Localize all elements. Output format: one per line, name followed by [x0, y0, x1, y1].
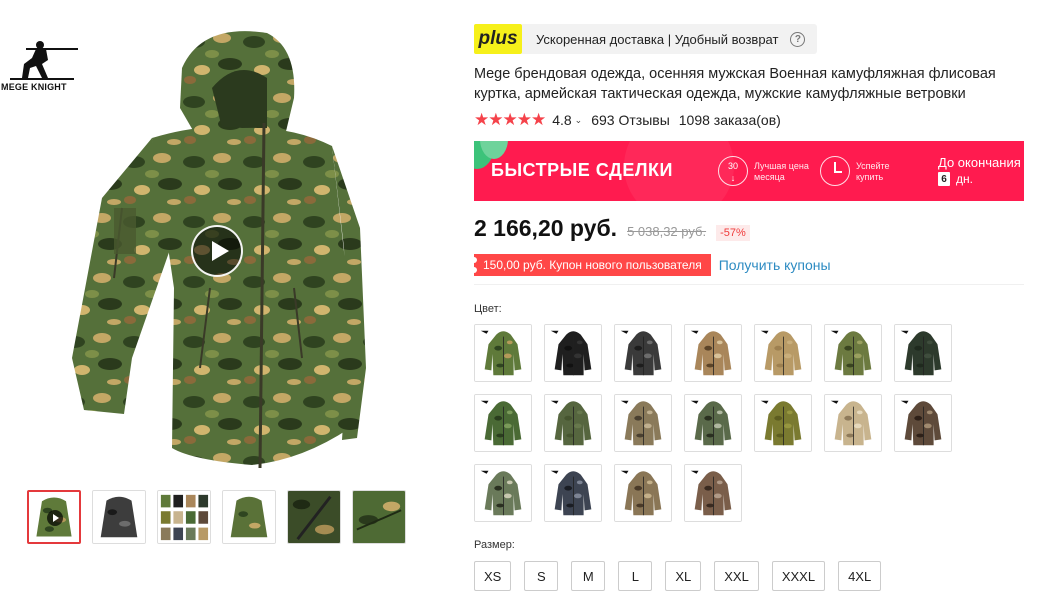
- all-colors-thumb-image: [158, 491, 210, 543]
- deals-ends-label: До окончания: [938, 155, 1021, 170]
- size-option-xs[interactable]: XS: [474, 561, 512, 591]
- swatch-khaki[interactable]: [754, 324, 812, 382]
- thumbnail-6[interactable]: [352, 490, 406, 544]
- size-option-s[interactable]: S: [524, 561, 559, 591]
- chevron-down-icon[interactable]: ⌄: [575, 115, 583, 126]
- thumbnail-2[interactable]: [92, 490, 146, 544]
- deals-days-unit: дн.: [956, 172, 973, 186]
- deals-countdown: 6 дн.: [938, 172, 973, 186]
- jacket-swatch-image: [685, 325, 741, 381]
- product-info-panel: plus Ускоренная доставка | Удобный возвр…: [471, 24, 1034, 591]
- original-price: 5 038,32 руб.: [627, 224, 707, 239]
- divider: [474, 284, 1024, 285]
- thumbnail-3[interactable]: [157, 490, 211, 544]
- swatch-brown-digital[interactable]: [684, 464, 742, 522]
- size-option-m[interactable]: M: [571, 561, 606, 591]
- thumbnail-4[interactable]: [222, 490, 276, 544]
- swatch-green-camo[interactable]: [474, 394, 532, 452]
- jacket-swatch-image: [685, 465, 741, 521]
- fabric-detail-thumb-image: [353, 491, 405, 543]
- green-camo-thumb-image: [223, 491, 275, 543]
- brand-name: MEGE KNIGHT: [1, 82, 67, 92]
- deals-best-price-label: Лучшая цена месяца: [754, 161, 809, 182]
- jacket-swatch-image: [545, 325, 601, 381]
- swatch-army-green[interactable]: [544, 394, 602, 452]
- swatch-brown-camo[interactable]: [894, 394, 952, 452]
- deals-day-number: 30: [727, 161, 738, 171]
- swatch-digital-green[interactable]: [684, 394, 742, 452]
- new-user-coupon[interactable]: 150,00 руб. Купон нового пользователя: [471, 254, 711, 276]
- thumbnail-5[interactable]: [287, 490, 341, 544]
- help-icon[interactable]: ?: [790, 31, 806, 47]
- size-label: Размер:: [474, 539, 515, 551]
- jacket-swatch-image: [615, 465, 671, 521]
- coupon-row: 150,00 руб. Купон нового пользователя По…: [471, 254, 1034, 276]
- size-option-xxl[interactable]: XXL: [714, 561, 759, 591]
- jacket-swatch-image: [825, 395, 881, 451]
- color-label: Цвет:: [474, 303, 502, 315]
- video-thumb-play-icon: [47, 510, 63, 526]
- size-options: XS S M L XL XXL XXXL 4XL: [474, 561, 1034, 591]
- jacket-swatch-image: [545, 395, 601, 451]
- delivery-text: Ускоренная доставка | Удобный возврат: [536, 31, 779, 47]
- jacket-swatch-image: [755, 395, 811, 451]
- size-option-xxxl[interactable]: XXXL: [771, 561, 826, 591]
- swatch-urban-black[interactable]: [544, 464, 602, 522]
- swatch-dark-green[interactable]: [894, 324, 952, 382]
- black-camo-thumb-image: [93, 491, 145, 543]
- get-coupons-link[interactable]: Получить купоны: [719, 257, 831, 273]
- deals-days-value: 6: [938, 172, 950, 186]
- jacket-swatch-image: [475, 395, 531, 451]
- jacket-swatch-image: [475, 325, 531, 381]
- swatch-black[interactable]: [544, 324, 602, 382]
- color-options: [474, 324, 1034, 522]
- swatch-olive[interactable]: [754, 394, 812, 452]
- jacket-swatch-image: [895, 395, 951, 451]
- clock-icon: [820, 156, 850, 186]
- swatch-desert-camo[interactable]: [684, 324, 742, 382]
- deals-hurry-label: Успейте купить: [856, 161, 890, 182]
- size-option-4xl[interactable]: 4XL: [838, 561, 882, 591]
- product-title: Mege брендовая одежда, осенняя мужская В…: [474, 66, 996, 102]
- discount-badge: -57%: [716, 225, 750, 241]
- jacket-swatch-image: [615, 395, 671, 451]
- calendar-30-icon: 30 ↓: [718, 156, 748, 186]
- jacket-swatch-image: [615, 325, 671, 381]
- jacket-swatch-image: [475, 465, 531, 521]
- size-option-xl[interactable]: XL: [665, 561, 702, 591]
- deals-title: БЫСТРЫЕ СДЕЛКИ: [491, 160, 673, 180]
- delivery-benefits-text: Ускоренная доставка | Удобный возврат ?: [522, 24, 818, 54]
- plus-delivery-bar: plus Ускоренная доставка | Удобный возвр…: [474, 24, 1034, 54]
- video-play-button[interactable]: [191, 225, 243, 277]
- thumbnail-1[interactable]: [27, 490, 81, 544]
- swatch-python-green[interactable]: [474, 464, 532, 522]
- jacket-swatch-image: [755, 325, 811, 381]
- orders-count: 1098 заказа(ов): [678, 112, 781, 128]
- current-price: 2 166,20 руб.: [474, 215, 618, 241]
- zipper-detail-thumb-image: [288, 491, 340, 543]
- plus-badge[interactable]: plus: [474, 24, 522, 54]
- rating-row: ★★★★★ 4.8 ⌄ 693 Отзывы 1098 заказа(ов): [474, 110, 1034, 129]
- jacket-swatch-image: [895, 325, 951, 381]
- rating-value: 4.8: [552, 112, 572, 128]
- swatch-multicam-green[interactable]: [474, 324, 532, 382]
- flash-deals-banner[interactable]: БЫСТРЫЕ СДЕЛКИ 30 ↓ Лучшая цена месяца Ус…: [474, 141, 1024, 201]
- price-row: 2 166,20 руб. 5 038,32 руб. -57%: [474, 215, 1034, 245]
- swatch-woodland-green[interactable]: [824, 324, 882, 382]
- jacket-swatch-image: [545, 465, 601, 521]
- thumbnail-strip: [27, 490, 406, 544]
- swatch-cp-camo[interactable]: [614, 394, 672, 452]
- swatch-tan-camo[interactable]: [614, 464, 672, 522]
- swatch-sand-camo[interactable]: [824, 394, 882, 452]
- jacket-swatch-image: [825, 325, 881, 381]
- size-option-l[interactable]: L: [618, 561, 653, 591]
- jacket-swatch-image: [685, 395, 741, 451]
- swatch-black-camo[interactable]: [614, 324, 672, 382]
- reviews-link[interactable]: 693 Отзывы: [591, 112, 670, 128]
- star-rating-icon: ★★★★★: [474, 110, 546, 129]
